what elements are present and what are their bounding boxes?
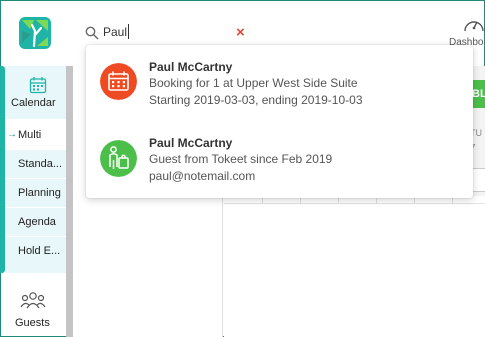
active-section-indicator	[0, 66, 5, 273]
sidebar-item-hold-events[interactable]: Hold E...	[5, 237, 66, 273]
result-detail: Guest from Tokeet since Feb 2019	[149, 152, 333, 166]
result-detail: Booking for 1 at Upper West Side Suite	[149, 76, 358, 90]
booking-calendar-icon	[100, 63, 137, 100]
search-icon	[85, 26, 99, 40]
sidebar-item-label: Multi	[18, 129, 42, 141]
text-caret	[128, 24, 129, 39]
sidebar-item-calendar[interactable]: Calendar	[5, 66, 66, 119]
sidebar-item-label: Hold E...	[18, 245, 61, 257]
calendar-icon	[29, 77, 47, 94]
sidebar-item-planning[interactable]: Planning	[5, 179, 66, 207]
search-results-dropdown: Paul McCartny Booking for 1 at Upper Wes…	[86, 45, 473, 198]
result-name: Paul McCartny	[149, 136, 233, 150]
search-input[interactable]	[103, 21, 233, 43]
calendar-label: Calendar	[11, 97, 56, 109]
sidebar-item-multi[interactable]: → Multi	[5, 121, 66, 149]
sidebar-item-label: Standa...	[18, 158, 63, 170]
grid-line	[224, 203, 485, 204]
sidebar-item-standard[interactable]: Standa...	[5, 150, 66, 178]
sidebar-item-label: Agenda	[18, 216, 56, 228]
arrow-right-icon: →	[7, 129, 17, 140]
guests-label[interactable]: Guests	[15, 317, 50, 329]
search-result-booking[interactable]: Paul McCartny Booking for 1 at Upper Wes…	[86, 45, 473, 117]
search-result-guest[interactable]: Paul McCartny Guest from Tokeet since Fe…	[86, 121, 473, 193]
dashboard-gauge-icon[interactable]	[463, 16, 485, 34]
close-icon[interactable]: ×	[236, 25, 245, 40]
result-name: Paul McCartny	[149, 60, 233, 74]
sidebar-item-agenda[interactable]: Agenda	[5, 208, 66, 236]
result-dates: Starting 2019-03-03, ending 2019-10-03	[149, 93, 363, 107]
app-logo[interactable]	[19, 17, 51, 49]
guest-luggage-icon	[100, 140, 137, 177]
guests-icon[interactable]	[20, 291, 46, 309]
sidebar-item-label: Planning	[18, 187, 61, 199]
sidebar-scrollbar[interactable]	[66, 66, 73, 337]
result-email: paul@notemail.com	[149, 169, 256, 183]
